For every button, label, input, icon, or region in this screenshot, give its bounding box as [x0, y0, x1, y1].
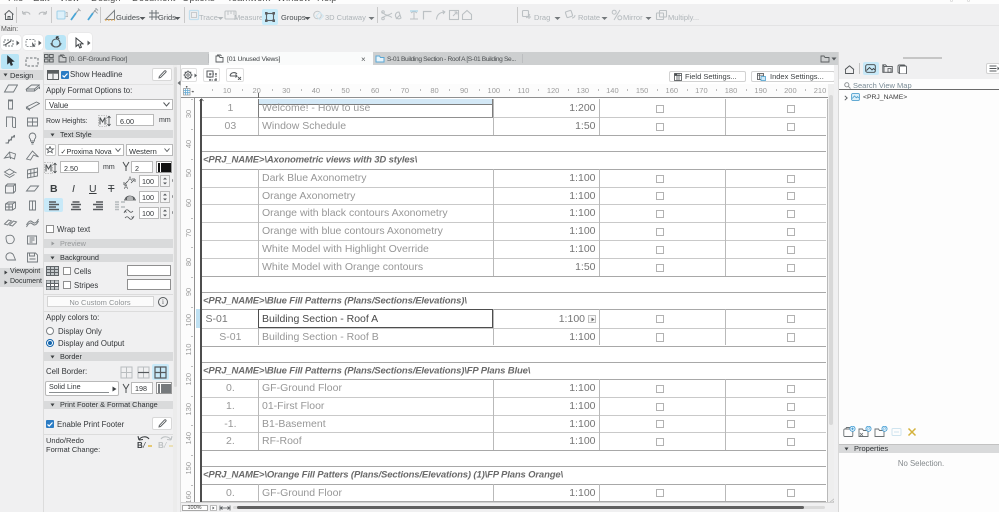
svg-text:P: P [883, 427, 886, 432]
svg-text:/: / [142, 441, 146, 450]
svg-text:/: / [163, 441, 167, 450]
svg-text:1: 1 [65, 12, 68, 19]
svg-text:A: A [128, 177, 132, 183]
svg-text:A: A [124, 185, 128, 190]
svg-text:P: P [867, 427, 870, 432]
